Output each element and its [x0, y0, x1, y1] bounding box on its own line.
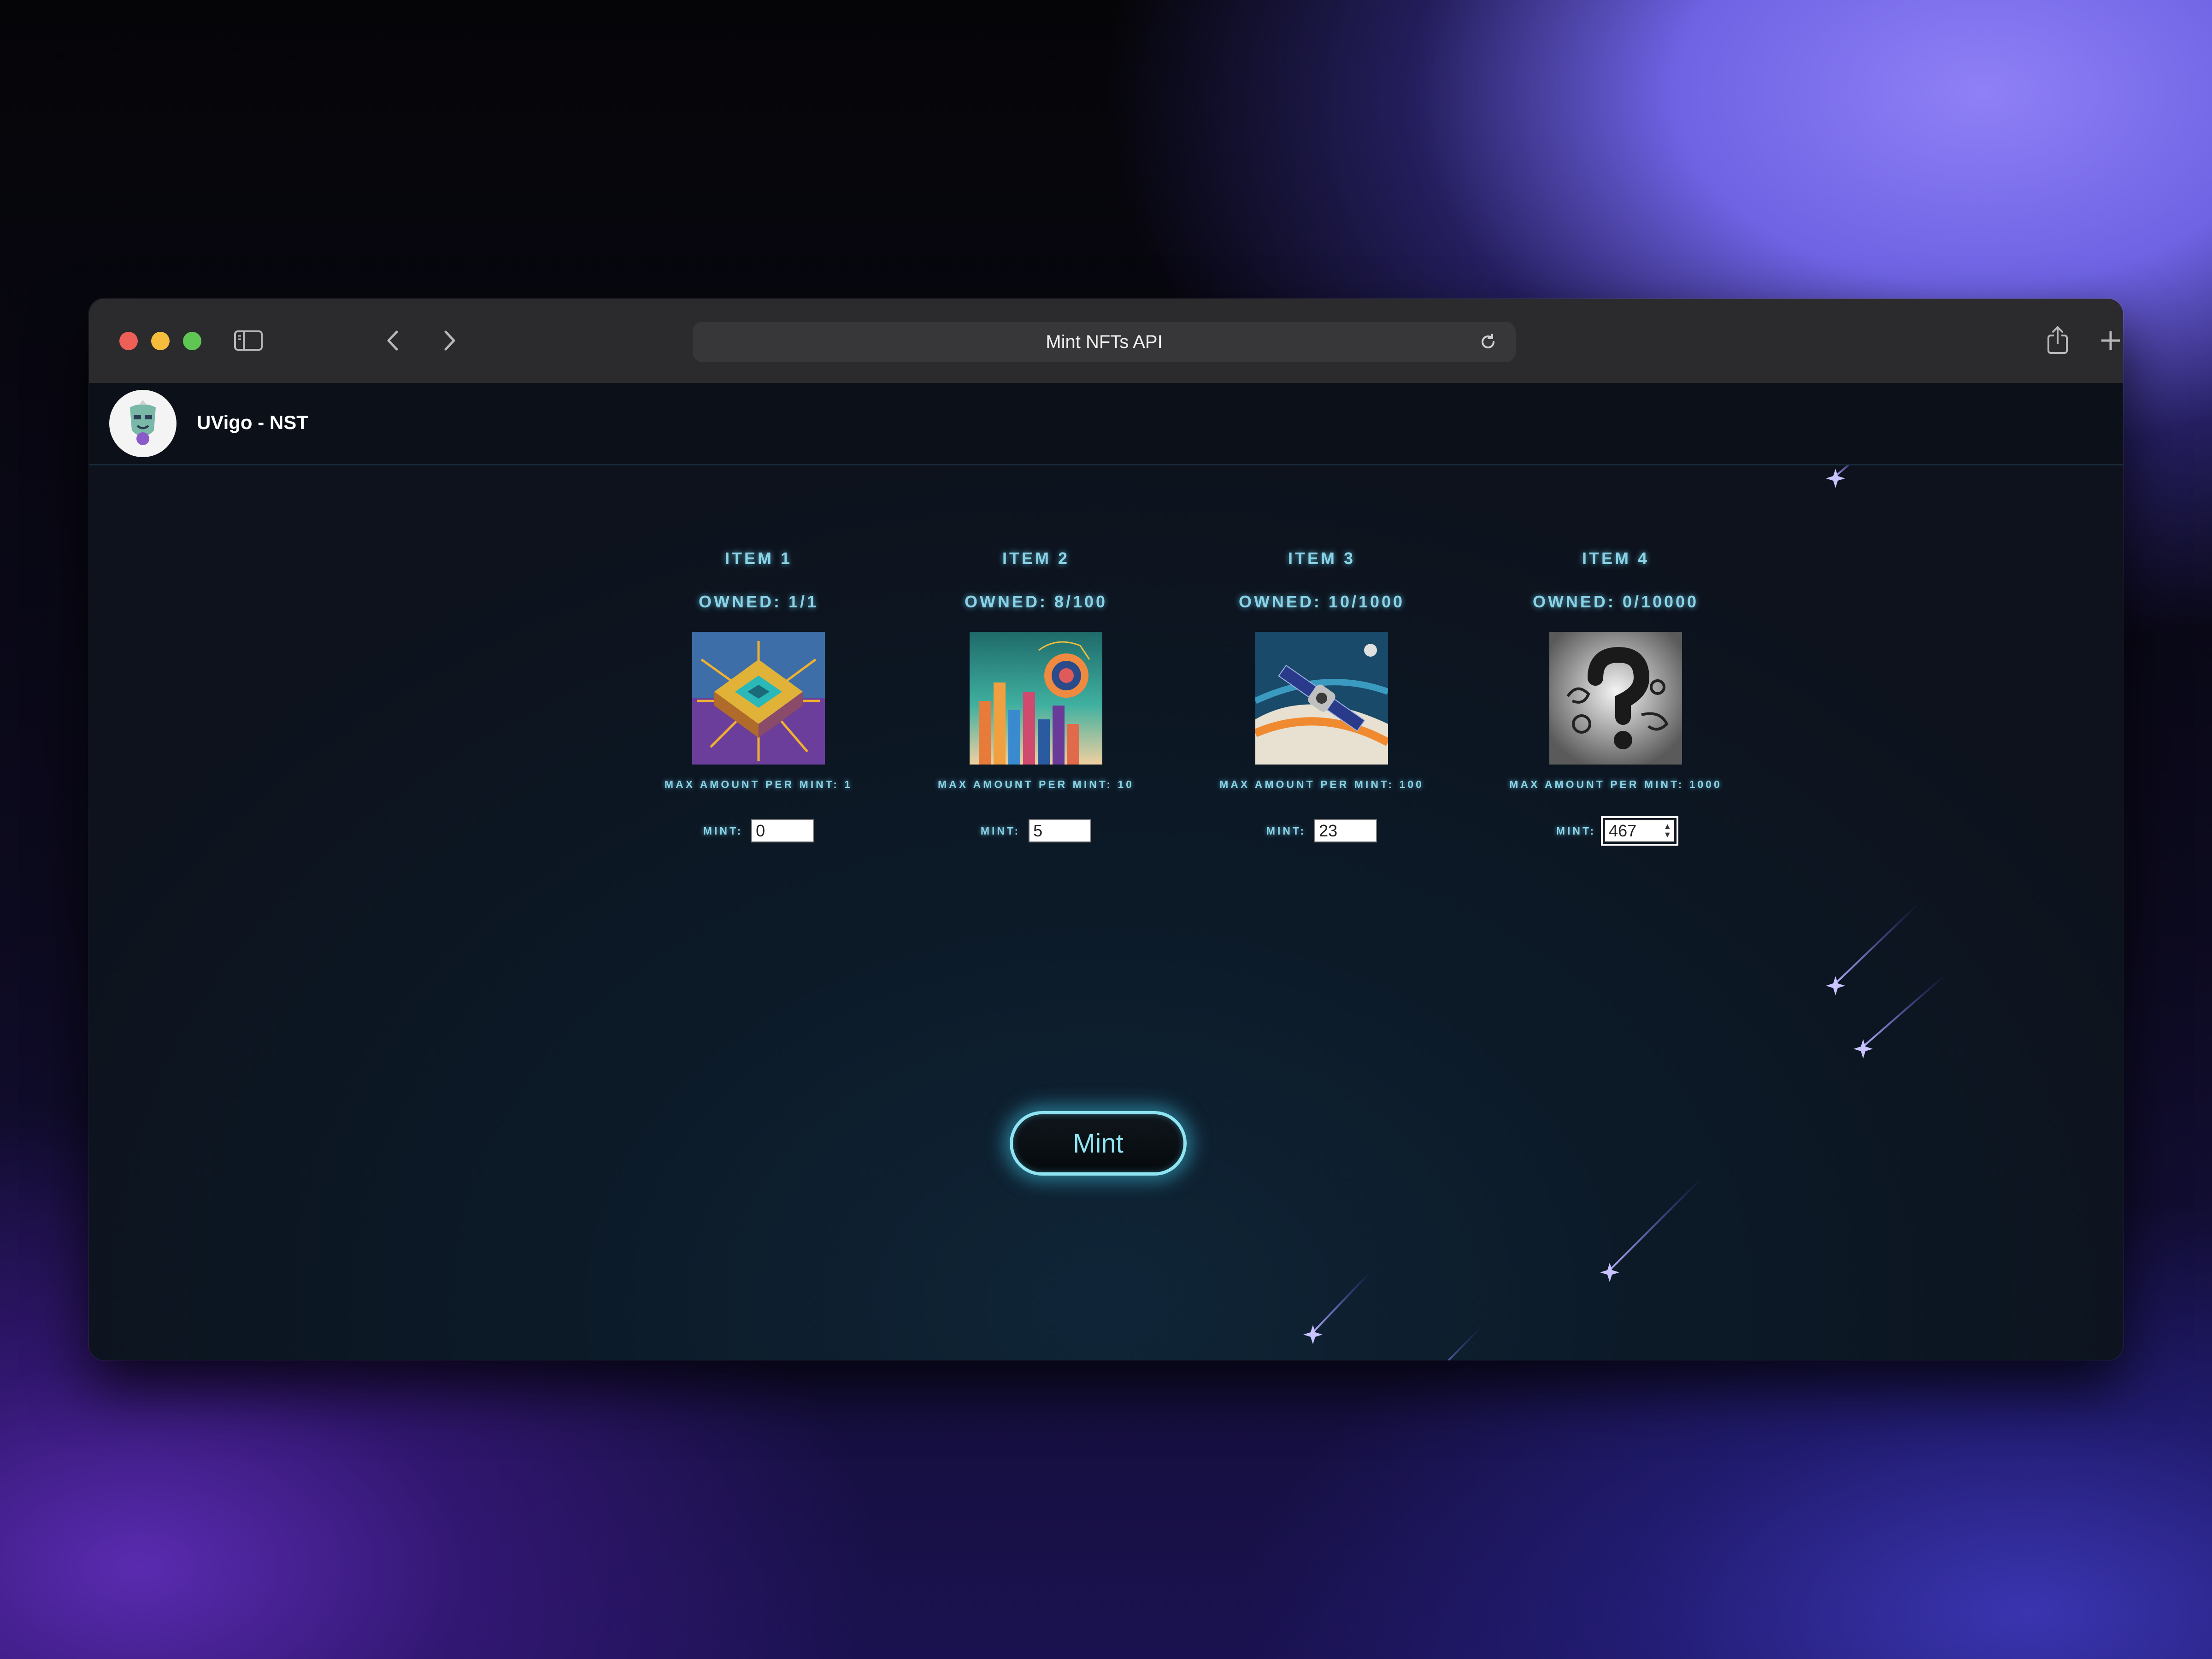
share-icon[interactable] [2045, 325, 2071, 357]
reload-icon[interactable] [1478, 332, 1498, 357]
mint-label: MINT: [1556, 824, 1596, 837]
mint-amount-input[interactable] [751, 819, 814, 842]
item-name: ITEM 1 [724, 549, 792, 568]
satellite-artwork-image [1255, 632, 1388, 765]
minimize-window-button[interactable] [151, 332, 170, 350]
item-name: ITEM 2 [1002, 549, 1070, 568]
mint-amount-row: MINT: [616, 819, 901, 842]
uvigo-logo[interactable] [109, 390, 176, 457]
item-owned-count: OWNED: 10/1000 [1238, 592, 1405, 611]
nft-item-card: ITEM 4 OWNED: 0/10000 MAX AMOUNT PER MIN… [1473, 549, 1759, 846]
item-owned-count: OWNED: 1/1 [698, 592, 819, 611]
mint-button[interactable]: Mint [1010, 1111, 1187, 1176]
item-name: ITEM 4 [1582, 549, 1649, 568]
mint-amount-row: MINT: [893, 819, 1179, 842]
brand-name: UVigo - NST [197, 412, 308, 433]
nft-item-card: ITEM 3 OWNED: 10/1000 MAX AMOUNT PER MIN… [1179, 549, 1465, 842]
back-icon[interactable] [384, 329, 402, 354]
question-mark-artwork-image [1549, 632, 1682, 765]
new-tab-icon[interactable] [2099, 329, 2122, 354]
sidebar-toggle-icon[interactable] [234, 329, 263, 354]
item-owned-count: OWNED: 8/100 [964, 592, 1108, 611]
max-amount-per-mint: MAX AMOUNT PER MINT: 1000 [1509, 778, 1722, 790]
mint-amount-row: MINT: [1179, 819, 1465, 842]
browser-window: Mint NFTs API UVigo - NST ITEM 1 OWNED: … [89, 299, 2123, 1360]
forward-icon[interactable] [440, 329, 459, 354]
chip-artwork-image [692, 632, 825, 765]
abstract-graph-artwork-image [970, 632, 1102, 765]
mint-amount-stepper[interactable]: ▲▼ [1601, 816, 1679, 846]
browser-toolbar: Mint NFTs API [89, 299, 2123, 384]
mint-amount-input[interactable] [1029, 819, 1092, 842]
page-content: UVigo - NST ITEM 1 OWNED: 1/1 MAX AMOUNT… [89, 383, 2123, 1360]
mint-label: MINT: [703, 824, 743, 837]
stepper-arrows-icon[interactable]: ▲ ▼ [1663, 822, 1671, 839]
address-bar[interactable]: Mint NFTs API [693, 322, 1516, 362]
mint-amount-input[interactable] [1314, 819, 1377, 842]
mint-label: MINT: [1266, 824, 1306, 837]
max-amount-per-mint: MAX AMOUNT PER MINT: 100 [1219, 778, 1424, 790]
fullscreen-window-button[interactable] [183, 332, 201, 350]
close-window-button[interactable] [119, 332, 138, 350]
item-name: ITEM 3 [1288, 549, 1355, 568]
item-owned-count: OWNED: 0/10000 [1532, 592, 1699, 611]
max-amount-per-mint: MAX AMOUNT PER MINT: 1 [664, 778, 853, 790]
nft-item-card: ITEM 1 OWNED: 1/1 MAX AMOUNT PER MINT: 1 [616, 549, 901, 842]
max-amount-per-mint: MAX AMOUNT PER MINT: 10 [938, 778, 1134, 790]
app-header: UVigo - NST [89, 383, 2123, 465]
page-title: Mint NFTs API [1046, 331, 1163, 352]
nft-item-card: ITEM 2 OWNED: 8/100 MAX AMOUNT PER MINT:… [893, 549, 1179, 842]
mint-amount-row: MINT: ▲▼ [1473, 816, 1759, 846]
mint-label: MINT: [980, 824, 1021, 837]
shooting-stars-decoration [1303, 456, 1947, 1360]
